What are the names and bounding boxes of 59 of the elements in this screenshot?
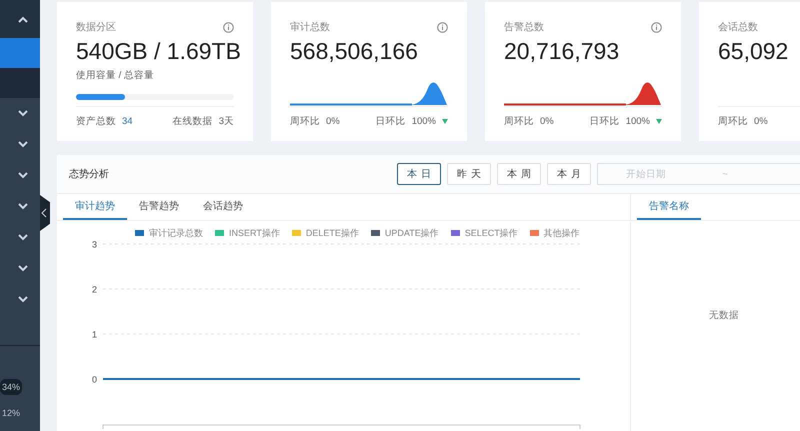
card-value: 20,716,793 <box>504 37 620 66</box>
usage-label: 34% <box>0 379 22 395</box>
footer-value: 0% <box>540 116 554 126</box>
footer-label: 日环比 <box>590 114 620 128</box>
collapse-handle[interactable] <box>40 195 50 231</box>
footer-value: 100% <box>626 116 650 126</box>
down-triangle-icon <box>656 118 662 124</box>
footer-value: 34 <box>122 116 133 126</box>
footer-label: 在线数据 <box>172 114 213 128</box>
card-value: 568,506,166 <box>290 37 418 66</box>
empty-message: 无数据 <box>709 309 739 322</box>
chevron-icon[interactable] <box>18 203 28 210</box>
legend-item[interactable]: UPDATE操作 <box>370 227 439 239</box>
down-triangle-icon <box>442 118 448 124</box>
tab[interactable]: 会话趋势 <box>191 194 255 220</box>
range-button[interactable]: 本周 <box>497 163 541 185</box>
card-title: 告警总数 <box>504 20 544 34</box>
footer-label: 日环比 <box>376 114 406 128</box>
chevron-icon[interactable] <box>18 234 28 241</box>
card-caption: 使用容量 / 总容量 <box>76 69 155 82</box>
panel-title: 态势分析 <box>69 168 109 181</box>
footer-label: 周环比 <box>290 114 320 128</box>
footer-value: 3天 <box>218 114 234 128</box>
card-value: 65,092 <box>718 37 788 66</box>
chevron-icon[interactable] <box>18 296 28 303</box>
footer-label: 资产总数 <box>76 114 116 128</box>
range-button[interactable]: 本月 <box>547 163 591 185</box>
tick-label: 1 <box>92 330 97 340</box>
card-title: 会话总数 <box>718 20 758 34</box>
tab[interactable]: 告警名称 <box>637 194 701 220</box>
range-slider[interactable] <box>102 424 580 429</box>
footer-value: 0% <box>754 116 768 126</box>
legend-item[interactable]: DELETE操作 <box>292 227 359 239</box>
card-title: 审计总数 <box>290 20 330 34</box>
legend-item[interactable]: SELECT操作 <box>450 227 518 239</box>
range-button[interactable]: 本日 <box>397 163 441 185</box>
footer-value: 100% <box>412 116 436 126</box>
chevron-icon[interactable] <box>18 265 28 272</box>
info-icon[interactable] <box>437 22 448 32</box>
card-title: 数据分区 <box>76 21 116 34</box>
card-value: 540GB / 1.69TB <box>76 37 241 66</box>
tick-label: 0 <box>92 374 97 384</box>
tab[interactable]: 审计趋势 <box>63 194 127 220</box>
legend-item[interactable]: INSERT操作 <box>215 227 280 239</box>
legend-item[interactable]: 审计记录总数 <box>135 227 203 239</box>
range-button[interactable]: 昨天 <box>447 163 491 185</box>
usage-label: 12% <box>1 407 22 420</box>
footer-value: 0% <box>326 116 340 126</box>
chevron-icon[interactable] <box>18 172 28 179</box>
tick-label: 3 <box>92 240 97 250</box>
chevron-icon[interactable] <box>18 141 28 148</box>
footer-label: 周环比 <box>504 114 534 128</box>
info-icon[interactable] <box>223 22 234 32</box>
info-icon[interactable] <box>651 22 662 32</box>
chevron-icon[interactable] <box>18 110 28 117</box>
tick-label: 2 <box>92 284 97 294</box>
footer-label: 周环比 <box>718 114 748 128</box>
tab[interactable]: 告警趋势 <box>127 194 191 220</box>
legend-item[interactable]: 其他操作 <box>530 227 580 239</box>
